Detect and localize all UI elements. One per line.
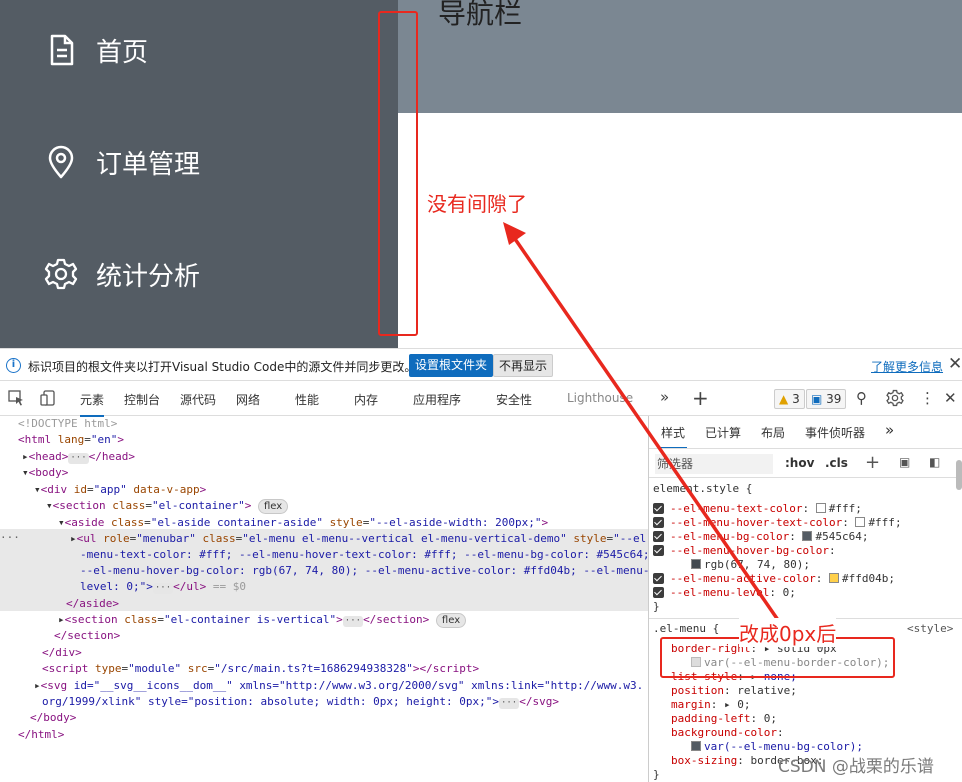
annotation-change-note: 改成0px后 <box>739 618 837 647</box>
watermark: CSDN @战栗的乐谱 <box>778 757 934 777</box>
